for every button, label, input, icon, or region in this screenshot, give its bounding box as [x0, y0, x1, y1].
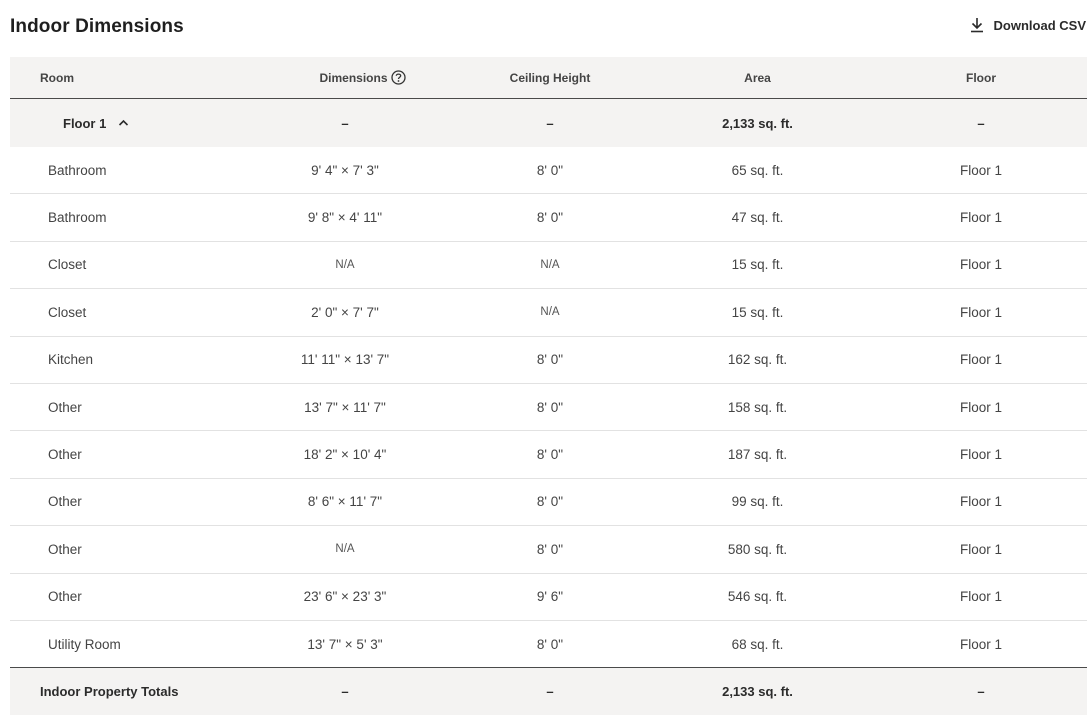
ceiling-cell: 8' 0"	[536, 636, 564, 652]
totals-row: Indoor Property Totals – – 2,133 sq. ft.…	[10, 668, 1087, 716]
column-header-floor: Floor	[966, 70, 996, 85]
table-row: Kitchen 11' 11" × 13' 7" 8' 0" 162 sq. f…	[10, 337, 1087, 384]
ceiling-cell: N/A	[540, 306, 560, 319]
dimensions-cell: 9' 4" × 7' 3"	[311, 162, 379, 178]
dimensions-table: Room Dimensions Ceiling Height Area Floo…	[10, 57, 1087, 716]
floor-cell: Floor 1	[959, 541, 1003, 557]
area-cell: 546 sq. ft.	[727, 589, 788, 605]
floor-cell: Floor 1	[959, 210, 1003, 226]
column-header-dimensions: Dimensions	[230, 70, 460, 85]
dimensions-cell: 13' 7" × 11' 7"	[304, 399, 386, 415]
column-header-ceiling-height: Ceiling Height	[509, 70, 591, 85]
floor-group-row[interactable]: Floor 1 – – 2,133 sq. ft. –	[10, 99, 1087, 147]
dimensions-cell: 13' 7" × 5' 3"	[307, 636, 383, 652]
room-cell: Other	[48, 399, 82, 415]
table-row: Other 23' 6" × 23' 3" 9' 6" 546 sq. ft. …	[10, 574, 1087, 621]
floor-group-toggle[interactable]: Floor 1	[10, 116, 230, 131]
room-cell: Closet	[48, 257, 87, 273]
section-title: Indoor Dimensions	[10, 16, 184, 37]
download-icon	[970, 18, 983, 33]
ceiling-cell: N/A	[540, 258, 560, 271]
table-row: Bathroom 9' 8" × 4' 11" 8' 0" 47 sq. ft.…	[10, 194, 1087, 242]
room-cell: Other	[48, 447, 82, 463]
area-cell: 47 sq. ft.	[731, 210, 784, 226]
group-ceiling: –	[546, 115, 554, 131]
table-row: Utility Room 13' 7" × 5' 3" 8' 0" 68 sq.…	[10, 621, 1087, 669]
dimensions-cell: 9' 8" × 4' 11"	[307, 210, 383, 226]
floor-group-label: Floor 1	[63, 115, 107, 131]
group-area: 2,133 sq. ft.	[722, 115, 793, 131]
ceiling-cell: 8' 0"	[536, 494, 564, 510]
area-cell: 162 sq. ft.	[727, 352, 788, 368]
dimensions-cell: 2' 0" × 7' 7"	[311, 304, 379, 320]
floor-cell: Floor 1	[959, 447, 1003, 463]
floor-cell: Floor 1	[959, 257, 1003, 273]
area-cell: 187 sq. ft.	[727, 447, 788, 463]
totals-floor: –	[977, 684, 985, 700]
area-cell: 65 sq. ft.	[731, 162, 784, 178]
floor-cell: Floor 1	[959, 399, 1003, 415]
room-cell: Other	[48, 541, 82, 557]
column-header-room: Room	[40, 70, 74, 85]
table-row: Other 13' 7" × 11' 7" 8' 0" 158 sq. ft. …	[10, 384, 1087, 432]
table-row: Other N/A 8' 0" 580 sq. ft. Floor 1	[10, 526, 1087, 574]
floor-cell: Floor 1	[959, 304, 1003, 320]
ceiling-cell: 8' 0"	[536, 210, 564, 226]
dimensions-cell: 8' 6" × 11' 7"	[307, 494, 383, 510]
totals-ceiling: –	[546, 684, 554, 700]
ceiling-cell: 8' 0"	[536, 162, 564, 178]
room-cell: Bathroom	[48, 210, 107, 226]
table-row: Other 18' 2" × 10' 4" 8' 0" 187 sq. ft. …	[10, 431, 1087, 479]
table-row: Bathroom 9' 4" × 7' 3" 8' 0" 65 sq. ft. …	[10, 147, 1087, 195]
ceiling-cell: 8' 0"	[536, 447, 564, 463]
dimensions-cell: 23' 6" × 23' 3"	[303, 589, 387, 605]
floor-cell: Floor 1	[959, 494, 1003, 510]
area-cell: 158 sq. ft.	[727, 399, 788, 415]
totals-area: 2,133 sq. ft.	[722, 684, 793, 700]
download-csv-label: Download CSV	[993, 17, 1086, 33]
room-cell: Closet	[48, 304, 87, 320]
group-floor: –	[977, 115, 985, 131]
table-row: Closet 2' 0" × 7' 7" N/A 15 sq. ft. Floo…	[10, 289, 1087, 337]
table-row: Closet N/A N/A 15 sq. ft. Floor 1	[10, 242, 1087, 290]
room-cell: Kitchen	[48, 352, 94, 368]
area-cell: 580 sq. ft.	[727, 541, 788, 557]
dimensions-cell: N/A	[335, 543, 355, 556]
dimensions-cell: 18' 2" × 10' 4"	[303, 447, 387, 463]
table-row: Other 8' 6" × 11' 7" 8' 0" 99 sq. ft. Fl…	[10, 479, 1087, 527]
area-cell: 99 sq. ft.	[731, 494, 784, 510]
dimensions-cell: 11' 11" × 13' 7"	[300, 352, 390, 368]
section-header: Indoor Dimensions Download CSV	[0, 0, 1091, 56]
group-dimensions: –	[341, 115, 349, 131]
indoor-dimensions-page: Indoor Dimensions Download CSV Room Dime…	[0, 0, 1091, 720]
help-circle-icon[interactable]	[390, 70, 406, 85]
floor-cell: Floor 1	[959, 352, 1003, 368]
column-header-area: Area	[744, 70, 771, 85]
floor-cell: Floor 1	[959, 162, 1003, 178]
room-cell: Bathroom	[48, 162, 107, 178]
chevron-up-icon[interactable]	[118, 119, 129, 127]
ceiling-cell: 8' 0"	[536, 352, 564, 368]
ceiling-cell: 8' 0"	[536, 399, 564, 415]
table-header-row: Room Dimensions Ceiling Height Area Floo…	[10, 57, 1087, 99]
download-csv-button[interactable]: Download CSV	[970, 17, 1086, 33]
room-cell: Other	[48, 494, 82, 510]
column-header-dimensions-label: Dimensions	[319, 70, 388, 85]
ceiling-cell: 8' 0"	[536, 541, 564, 557]
totals-dimensions: –	[341, 684, 349, 700]
room-cell: Other	[48, 589, 82, 605]
area-cell: 68 sq. ft.	[731, 636, 784, 652]
totals-label: Indoor Property Totals	[40, 684, 179, 700]
dimensions-cell: N/A	[335, 258, 355, 271]
floor-cell: Floor 1	[959, 589, 1003, 605]
floor-cell: Floor 1	[959, 636, 1003, 652]
room-cell: Utility Room	[48, 636, 121, 652]
area-cell: 15 sq. ft.	[731, 257, 784, 273]
ceiling-cell: 9' 6"	[536, 589, 564, 605]
area-cell: 15 sq. ft.	[731, 304, 784, 320]
